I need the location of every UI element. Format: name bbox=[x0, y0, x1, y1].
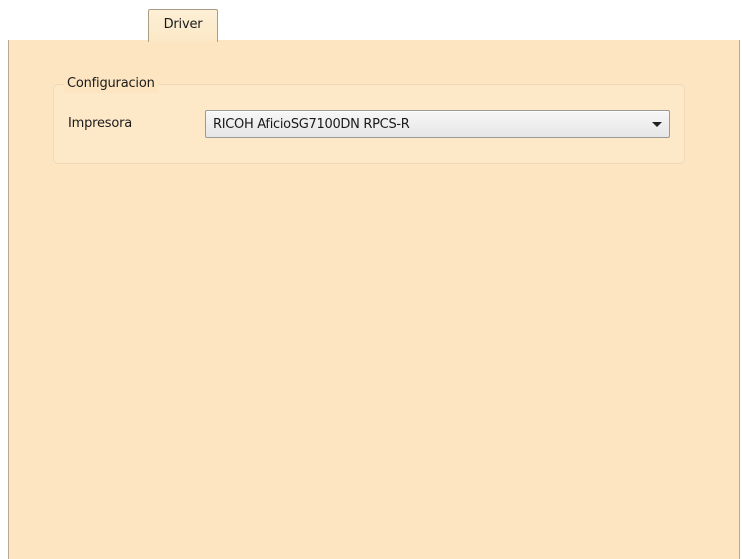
groupbox-title: Configuracion bbox=[64, 75, 158, 93]
tab-driver-label: Driver bbox=[163, 17, 203, 32]
driver-tab-panel: Configuracion Impresora RICOH AficioSG71… bbox=[8, 40, 740, 559]
tab-strip: Driver bbox=[0, 0, 742, 42]
printer-select[interactable]: RICOH AficioSG7100DN RPCS-R bbox=[205, 110, 670, 138]
printer-select-value: RICOH AficioSG7100DN RPCS-R bbox=[213, 117, 410, 132]
tab-driver[interactable]: Driver bbox=[148, 9, 218, 42]
printer-label: Impresora bbox=[68, 116, 133, 131]
settings-window: Driver Configuracion Impresora RICOH Afi… bbox=[0, 0, 742, 559]
chevron-down-icon[interactable] bbox=[652, 122, 662, 127]
configuracion-groupbox: Configuracion Impresora RICOH AficioSG71… bbox=[53, 75, 685, 164]
